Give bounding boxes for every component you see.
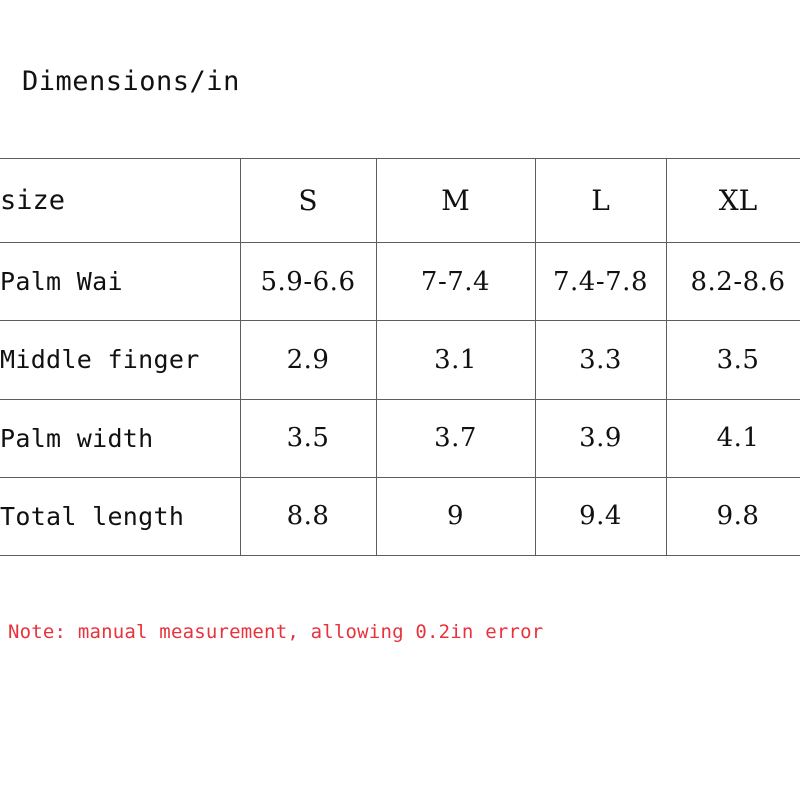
table-header-row: size S M L XL <box>0 157 800 244</box>
table-row: Total length 8.8 9 9.4 9.8 <box>0 476 800 557</box>
table-row: Middle finger 2.9 3.1 3.3 3.5 <box>0 320 800 400</box>
header-cell-size: size <box>0 157 241 244</box>
row-label-palm-width: Palm width <box>0 398 241 478</box>
size-table-container: size S M L XL Palm Wai 5.9-6.6 7-7.4 7.4… <box>0 157 800 557</box>
table-row: Palm Wai 5.9-6.6 7-7.4 7.4-7.8 8.2-8.6 <box>0 242 800 322</box>
cell-middle-finger-s: 2.9 <box>239 320 377 400</box>
size-chart-page: Dimensions/in size S M L XL Palm Wai 5.9… <box>0 0 800 800</box>
measurement-note: Note: manual measurement, allowing 0.2in… <box>8 621 544 643</box>
cell-total-length-l: 9.4 <box>534 476 667 557</box>
cell-middle-finger-m: 3.1 <box>375 320 536 400</box>
cell-total-length-s: 8.8 <box>239 476 377 557</box>
cell-palm-wai-l: 7.4-7.8 <box>534 242 667 322</box>
cell-palm-wai-xl: 8.2-8.6 <box>665 242 800 322</box>
cell-palm-wai-m: 7-7.4 <box>375 242 536 322</box>
row-label-total-length: Total length <box>0 476 241 557</box>
cell-middle-finger-xl: 3.5 <box>665 320 800 400</box>
cell-palm-wai-s: 5.9-6.6 <box>239 242 377 322</box>
cell-total-length-xl: 9.8 <box>665 476 800 557</box>
table-row: Palm width 3.5 3.7 3.9 4.1 <box>0 398 800 478</box>
size-table: size S M L XL Palm Wai 5.9-6.6 7-7.4 7.4… <box>0 157 800 557</box>
cell-middle-finger-l: 3.3 <box>534 320 667 400</box>
page-title: Dimensions/in <box>22 66 240 97</box>
cell-palm-width-m: 3.7 <box>375 398 536 478</box>
header-cell-m: M <box>375 157 536 244</box>
row-label-middle-finger: Middle finger <box>0 320 241 400</box>
header-cell-xl: XL <box>665 157 800 244</box>
cell-palm-width-xl: 4.1 <box>665 398 800 478</box>
cell-total-length-m: 9 <box>375 476 536 557</box>
row-label-palm-wai: Palm Wai <box>0 242 241 322</box>
header-cell-s: S <box>239 157 377 244</box>
cell-palm-width-l: 3.9 <box>534 398 667 478</box>
cell-palm-width-s: 3.5 <box>239 398 377 478</box>
header-cell-l: L <box>534 157 667 244</box>
